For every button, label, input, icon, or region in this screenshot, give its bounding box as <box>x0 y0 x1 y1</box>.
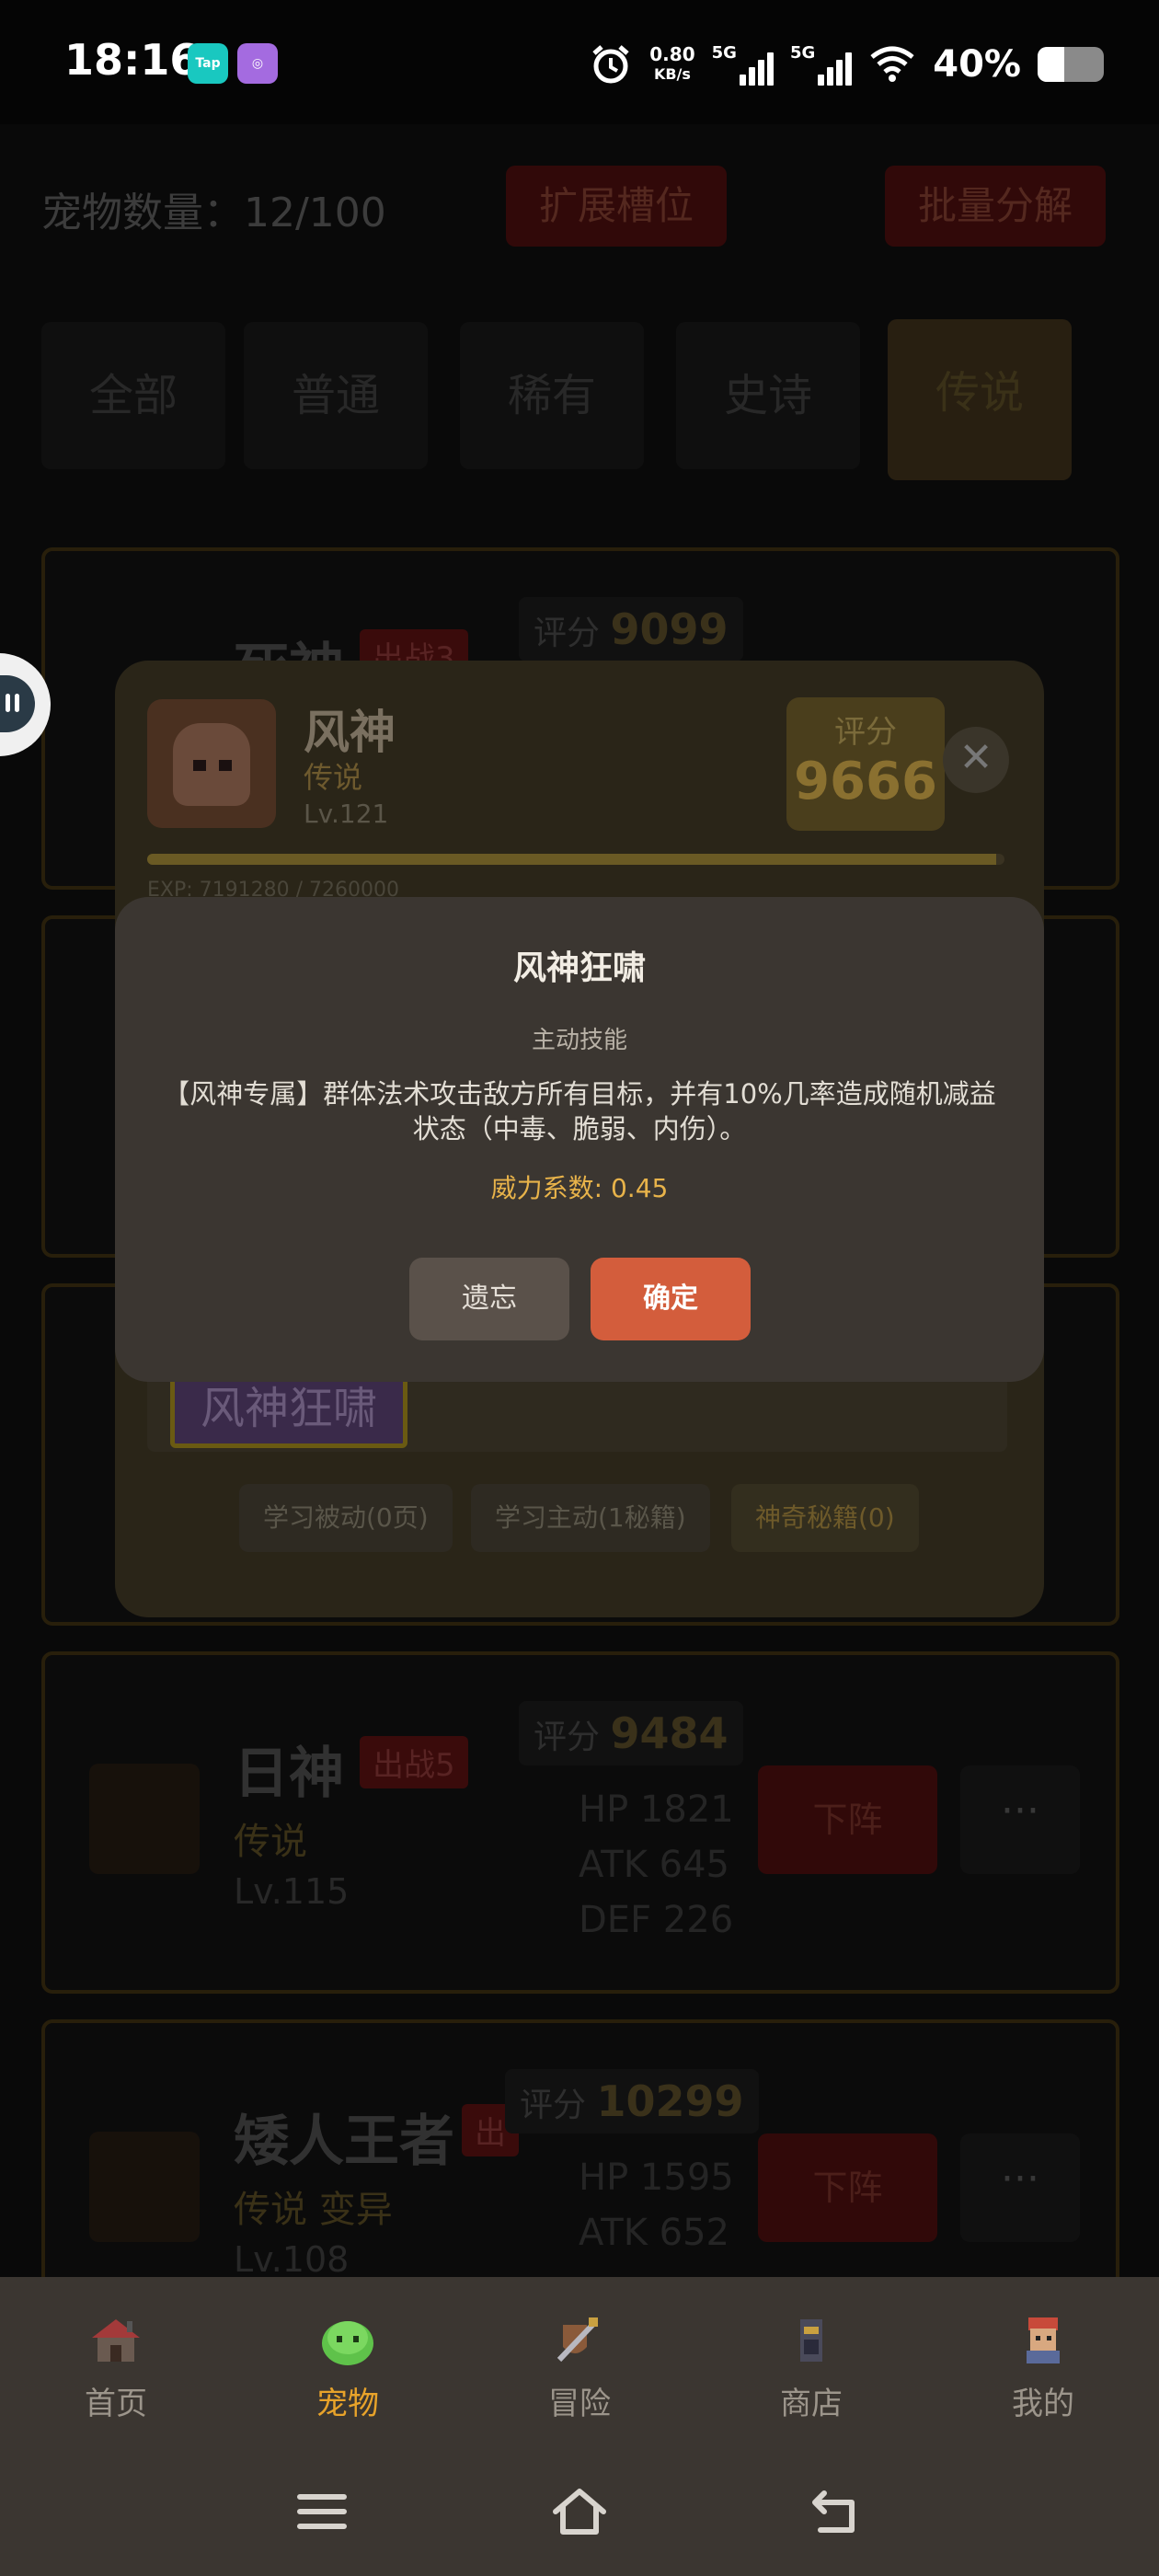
system-nav-bar <box>0 2447 1159 2576</box>
forget-button[interactable]: 遗忘 <box>409 1258 569 1340</box>
clock: 18:16 <box>64 35 200 85</box>
pet-score-box: 评分 9666 <box>786 697 945 831</box>
wifi-icon <box>870 46 914 82</box>
menu-icon[interactable] <box>293 2482 351 2541</box>
magic-book-button[interactable]: 神奇秘籍(0) <box>731 1484 919 1552</box>
pet-level: Lv.121 <box>304 799 389 829</box>
nav-profile[interactable]: 我的 <box>927 2277 1159 2447</box>
nav-shop[interactable]: 商店 <box>695 2277 927 2447</box>
confirm-button[interactable]: 确定 <box>591 1258 751 1340</box>
nav-home[interactable]: 首页 <box>0 2277 232 2447</box>
app-notification-icon: ◎ <box>237 43 278 84</box>
exp-bar <box>147 854 1004 865</box>
pet-name: 风神 <box>304 706 396 759</box>
skill-dialog: 风神狂啸 主动技能 【风神专属】群体法术攻击敌方所有目标，并有10%几率造成随机… <box>115 897 1044 1382</box>
battery-icon <box>1038 47 1104 82</box>
signal-5g-icon: 5G <box>712 43 774 86</box>
nav-adventure[interactable]: 冒险 <box>464 2277 695 2447</box>
home-icon[interactable] <box>550 2482 609 2541</box>
skill-description: 【风神专属】群体法术攻击敌方所有目标，并有10%几率造成随机减益状态（中毒、脆弱… <box>163 1078 996 1144</box>
house-icon <box>92 2319 140 2362</box>
taptap-app-icon: Tap <box>188 43 228 84</box>
player-avatar-icon <box>1027 2317 1060 2363</box>
back-icon[interactable] <box>808 2482 866 2541</box>
status-icons: 0.80 KB/s 5G 5G 40% <box>589 37 1104 92</box>
skill-type: 主动技能 <box>531 1027 627 1054</box>
learn-passive-button[interactable]: 学习被动(0页) <box>239 1484 453 1552</box>
pet-avatar <box>147 699 276 828</box>
slime-icon <box>322 2321 373 2365</box>
sword-shield-icon <box>557 2317 599 2363</box>
power-coefficient: 威力系数: 0.45 <box>490 1173 669 1203</box>
signal-5g-icon-2: 5G <box>790 43 853 86</box>
close-icon[interactable]: ✕ <box>943 727 1009 793</box>
status-bar: 18:16 Tap ◎ 0.80 KB/s 5G 5G 40% <box>0 0 1159 124</box>
network-speed: 0.80 KB/s <box>649 43 695 83</box>
shop-icon <box>800 2319 822 2362</box>
bottom-nav: 首页 宠物 冒险 商店 我的 <box>0 2277 1159 2447</box>
battery-percent: 40% <box>933 43 1021 86</box>
learn-active-button[interactable]: 学习主动(1秘籍) <box>471 1484 710 1552</box>
nav-pets[interactable]: 宠物 <box>232 2277 464 2447</box>
dialog-title: 风神狂啸 <box>512 949 646 987</box>
alarm-icon <box>592 45 629 84</box>
pet-rarity: 传说 <box>304 760 363 795</box>
